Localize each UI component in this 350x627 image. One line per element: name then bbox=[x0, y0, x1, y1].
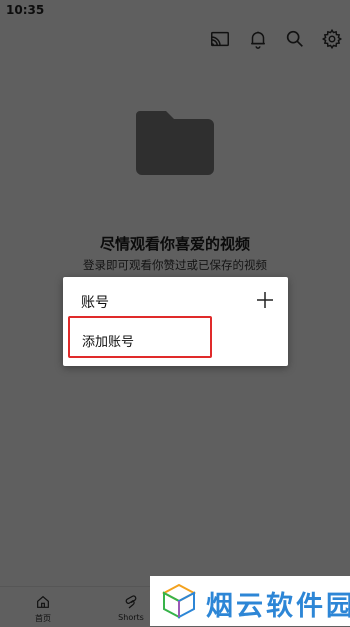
watermark-text: 烟云软件园 bbox=[206, 591, 350, 622]
empty-state-title: 尽情观看你喜爱的视频 bbox=[99, 235, 250, 253]
watermark: 烟云软件园 bbox=[150, 576, 350, 626]
gear-icon[interactable] bbox=[321, 28, 343, 50]
folder-icon bbox=[136, 111, 214, 175]
cast-icon[interactable] bbox=[209, 28, 231, 50]
home-icon bbox=[37, 595, 49, 608]
dialog-title: 账号 bbox=[81, 295, 109, 311]
bell-icon[interactable] bbox=[247, 28, 269, 50]
cube-logo-icon bbox=[161, 583, 197, 619]
search-icon[interactable] bbox=[284, 28, 306, 50]
highlight-box bbox=[68, 316, 212, 358]
top-bar bbox=[0, 22, 350, 56]
empty-state-subtitle: 登录即可观看你赞过或已保存的视频 bbox=[83, 258, 267, 272]
status-bar: 10:35 bbox=[0, 0, 350, 22]
plus-icon[interactable] bbox=[256, 291, 274, 309]
status-time: 10:35 bbox=[6, 3, 45, 17]
nav-home[interactable]: 首页 bbox=[13, 587, 73, 627]
nav-home-label: 首页 bbox=[35, 614, 51, 623]
shorts-icon bbox=[125, 595, 137, 609]
